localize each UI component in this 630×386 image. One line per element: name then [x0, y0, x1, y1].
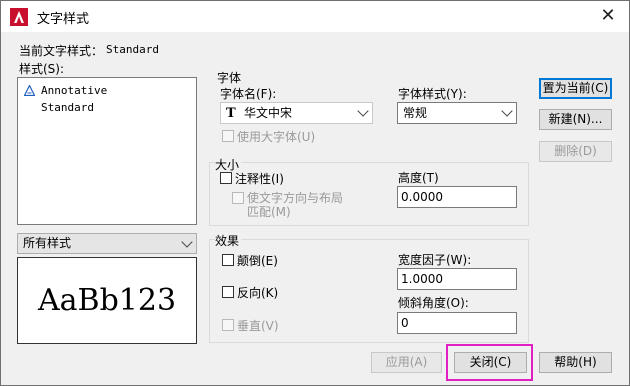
dialog-title: 文字样式	[37, 12, 90, 27]
oblique-angle-input[interactable]: 0	[397, 312, 517, 334]
truetype-icon: T	[226, 106, 236, 121]
title-bar: 文字样式 ✕	[1, 1, 629, 32]
style-standard: Standard	[41, 101, 94, 114]
font-group-label: 字体	[217, 71, 242, 85]
style-filter-value: 所有样式	[23, 236, 72, 250]
style-filter-dropdown[interactable]: 所有样式	[17, 233, 197, 254]
height-label: 高度(T)	[398, 171, 439, 185]
help-button[interactable]: 帮助(H)	[539, 352, 612, 373]
match-orientation-checkbox[interactable]	[232, 192, 244, 204]
chevron-down-icon	[501, 105, 513, 117]
delete-button[interactable]: 删除(D)	[539, 141, 612, 162]
apply-button[interactable]: 应用(A)	[371, 352, 442, 373]
preview-text: AaBb123	[37, 283, 177, 318]
font-style-value: 常规	[403, 106, 428, 120]
height-value: 0.0000	[401, 190, 443, 204]
upside-down-label: 颠倒(E)	[237, 254, 278, 268]
font-style-dropdown[interactable]: 常规	[397, 102, 517, 124]
height-input[interactable]: 0.0000	[397, 186, 517, 208]
font-style-label: 字体样式(Y):	[398, 87, 467, 101]
width-factor-value: 1.0000	[401, 272, 443, 286]
autocad-icon	[10, 8, 28, 26]
upside-down-checkbox[interactable]	[222, 254, 234, 266]
set-current-button[interactable]: 置为当前(C)	[539, 78, 612, 99]
new-button[interactable]: 新建(N)...	[539, 109, 612, 130]
backwards-checkbox[interactable]	[222, 286, 234, 298]
big-font-label: 使用大字体(U)	[237, 130, 316, 144]
close-icon[interactable]: ✕	[597, 5, 619, 27]
width-factor-label: 宽度因子(W):	[398, 253, 472, 267]
backwards-label: 反向(K)	[237, 286, 279, 300]
oblique-angle-value: 0	[401, 316, 409, 330]
font-name-label: 字体名(F):	[220, 87, 277, 101]
font-name-dropdown[interactable]: T 华文中宋	[220, 102, 373, 124]
vertical-label: 垂直(V)	[237, 319, 279, 333]
oblique-angle-label: 倾斜角度(O):	[398, 296, 469, 310]
text-style-dialog: 文字样式 ✕ 当前文字样式： Standard 样式(S): Annotativ…	[0, 0, 630, 386]
big-font-checkbox[interactable]	[222, 130, 234, 142]
styles-label: 样式(S):	[19, 62, 65, 76]
annotative-checkbox[interactable]	[220, 172, 232, 184]
close-button[interactable]: 关闭(C)	[454, 352, 527, 373]
width-factor-input[interactable]: 1.0000	[397, 268, 517, 290]
styles-list[interactable]: Annotative Standard	[17, 77, 197, 225]
match-orientation-label-2: 匹配(M)	[247, 205, 291, 219]
current-style-value: Standard	[106, 43, 159, 56]
chevron-down-icon	[181, 235, 193, 248]
effects-group-label: 效果	[215, 232, 242, 249]
chevron-down-icon	[357, 105, 369, 117]
annotative-label: 注释性(I)	[235, 172, 284, 186]
preview-box: AaBb123	[17, 257, 197, 344]
font-name-value: 华文中宋	[244, 106, 293, 120]
style-annotative: Annotative	[41, 84, 108, 97]
annotative-icon	[24, 85, 35, 96]
current-style-label: 当前文字样式：	[19, 44, 104, 58]
vertical-checkbox[interactable]	[222, 319, 234, 331]
